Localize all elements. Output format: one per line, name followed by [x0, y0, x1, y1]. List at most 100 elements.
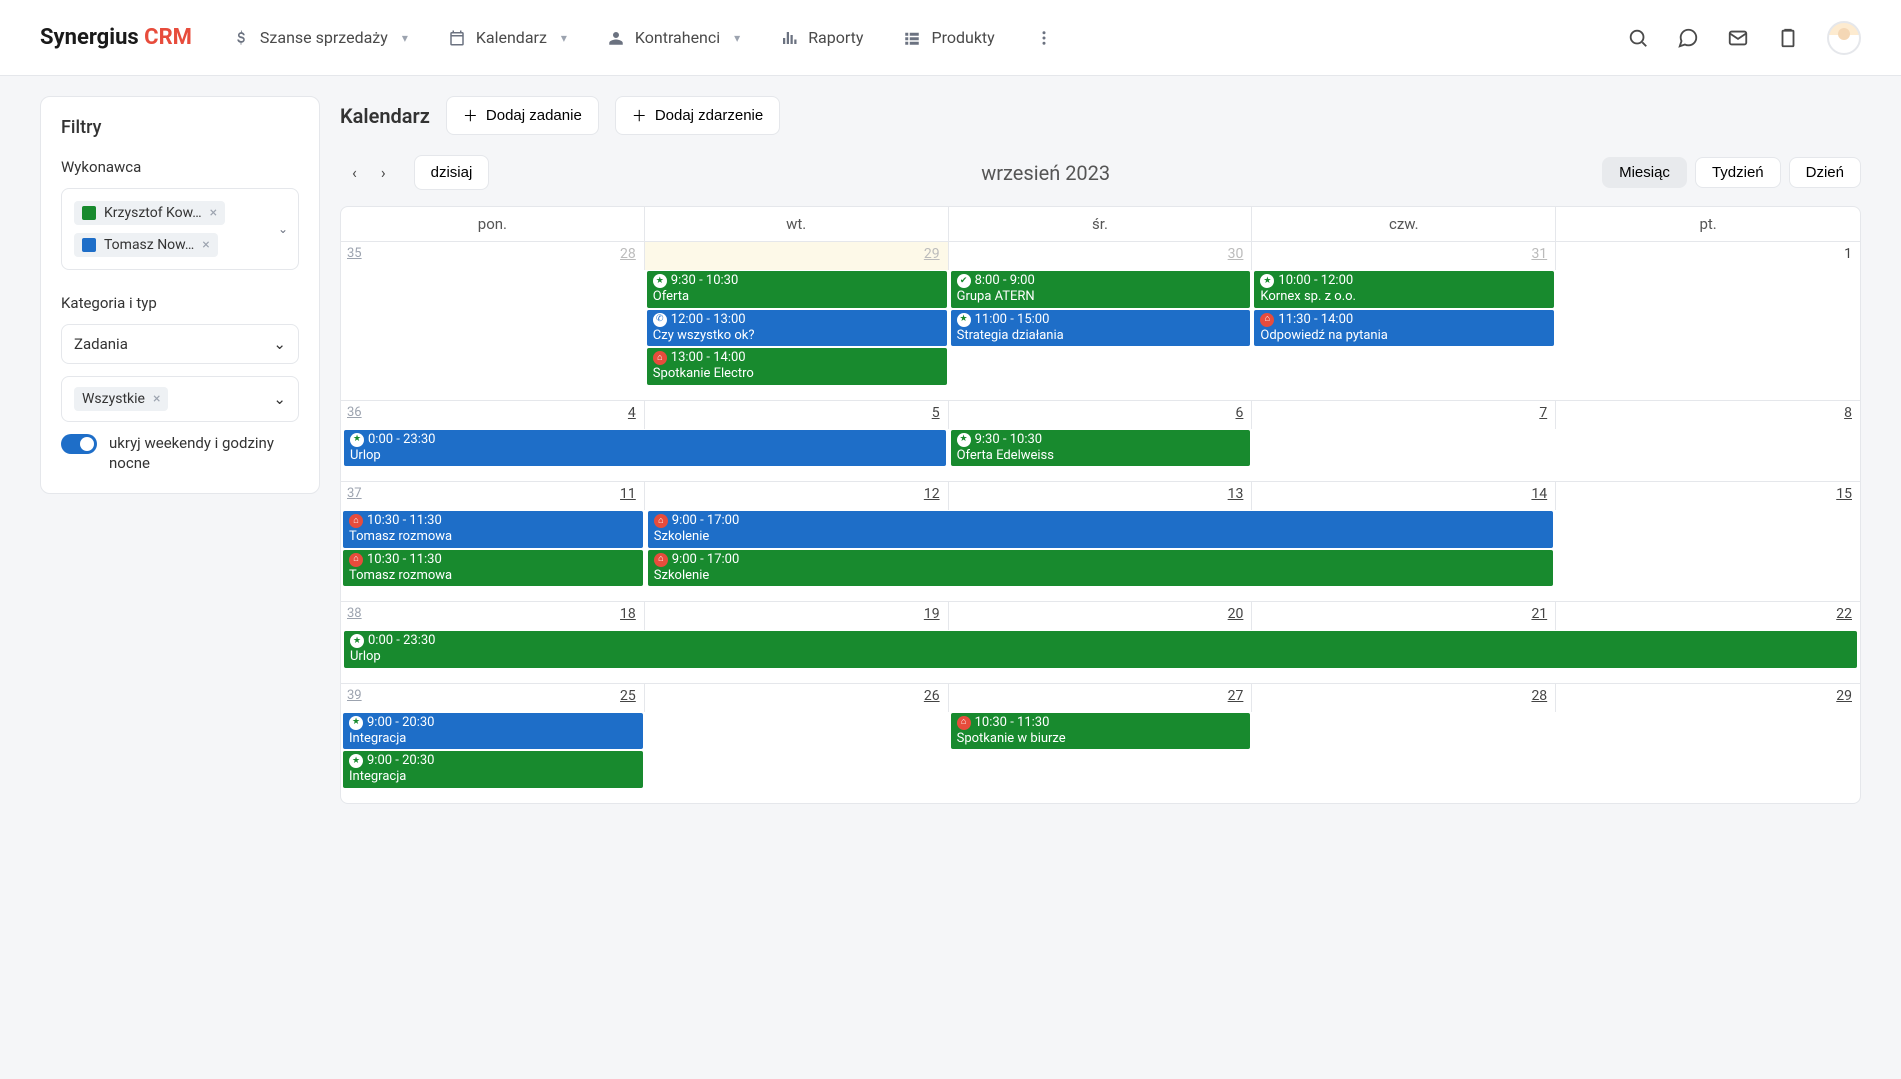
nav-label: Kontrahenci	[635, 28, 720, 47]
day-cell[interactable]: 15	[1556, 482, 1860, 510]
day-cell[interactable]: 7	[1252, 401, 1556, 429]
event-time: 10:30 - 11:30	[367, 513, 442, 529]
week-number[interactable]: 36	[347, 405, 362, 420]
day-cell[interactable]: 18	[341, 602, 645, 630]
calendar-grid: pon.wt.śr.czw.pt. 35282930311★9:30 - 10:…	[340, 206, 1861, 804]
day-cell[interactable]: 25	[341, 684, 645, 712]
day-cell[interactable]: 1	[1556, 242, 1860, 270]
calendar-event[interactable]: ⌂9:00 - 17:00Szkolenie	[648, 511, 1553, 548]
calendar-week: 35282930311 ★9:30 - 10:30Oferta✔8:00 - 9:…	[341, 242, 1860, 401]
calendar-week: 381819202122★0:00 - 23:30Urlop	[341, 602, 1860, 684]
day-cell[interactable]: 12	[645, 482, 949, 510]
type-select[interactable]: Wszystkie × ⌄	[61, 376, 299, 422]
week-number[interactable]: 39	[347, 688, 362, 703]
clipboard-icon[interactable]	[1777, 27, 1799, 49]
view-day-button[interactable]: Dzień	[1789, 157, 1861, 188]
calendar-event[interactable]: ★0:00 - 23:30Urlop	[344, 631, 1857, 668]
remove-icon[interactable]: ×	[210, 205, 217, 221]
day-cell[interactable]: 8	[1556, 401, 1860, 429]
phone-icon: ✆	[653, 313, 667, 327]
calendar-event[interactable]: ★9:00 - 20:30Integracja	[343, 751, 643, 788]
calendar-event[interactable]: ⌂11:30 - 14:00Odpowiedź na pytania	[1254, 310, 1554, 347]
day-cell[interactable]: 13	[949, 482, 1253, 510]
day-header: pt.	[1556, 207, 1860, 241]
today-button[interactable]: dzisiaj	[414, 155, 490, 190]
day-cell[interactable]: 30	[949, 242, 1253, 270]
day-cell[interactable]: 14	[1252, 482, 1556, 510]
day-cell[interactable]: 31	[1252, 242, 1556, 270]
event-title: Integracja	[349, 731, 637, 747]
nav-sales-opportunities[interactable]: Szanse sprzedaży ▾	[232, 28, 408, 47]
calendar-event[interactable]: ⌂13:00 - 14:00Spotkanie Electro	[647, 348, 947, 385]
day-cell[interactable]: 19	[645, 602, 949, 630]
day-cell[interactable]: 22	[1556, 602, 1860, 630]
calendar-event[interactable]: ⌂10:30 - 11:30Spotkanie w biurze	[951, 713, 1251, 750]
chevron-down-icon: ⌄	[273, 335, 286, 353]
day-cell[interactable]: 28	[341, 242, 645, 270]
remove-icon[interactable]: ×	[202, 237, 209, 253]
day-cell[interactable]: 27	[949, 684, 1253, 712]
view-week-button[interactable]: Tydzień	[1695, 157, 1781, 188]
empty-cell	[1556, 510, 1860, 549]
day-cell[interactable]: 5	[645, 401, 949, 429]
day-cell[interactable]: 26	[645, 684, 949, 712]
category-label: Kategoria i typ	[61, 294, 299, 312]
view-month-button[interactable]: Miesiąc	[1602, 157, 1687, 188]
add-task-button[interactable]: ＋ Dodaj zadanie	[446, 96, 599, 135]
day-cell[interactable]: 29	[1556, 684, 1860, 712]
star-icon: ★	[349, 754, 363, 768]
remove-icon[interactable]: ×	[153, 391, 160, 407]
hide-weekends-toggle[interactable]	[61, 434, 97, 454]
prev-month-button[interactable]: ‹	[352, 163, 357, 182]
day-cell[interactable]: 20	[949, 602, 1253, 630]
nav-products[interactable]: Produkty	[903, 28, 994, 47]
event-title: Szkolenie	[654, 568, 1547, 584]
day-cell[interactable]: 21	[1252, 602, 1556, 630]
day-cell[interactable]: 29	[645, 242, 949, 270]
event-title: Oferta	[653, 289, 941, 305]
performer-chip-krzysztof: Krzysztof Kow… ×	[74, 201, 225, 225]
nav-reports[interactable]: Raporty	[780, 28, 863, 47]
next-month-button[interactable]: ›	[381, 163, 386, 182]
star-icon: ★	[653, 274, 667, 288]
event-time: 10:30 - 11:30	[367, 552, 442, 568]
chevron-down-icon: ⌄	[278, 222, 288, 236]
empty-cell	[1556, 712, 1860, 751]
nav-label: Kalendarz	[476, 28, 547, 47]
category-select[interactable]: Zadania ⌄	[61, 324, 299, 364]
calendar-event[interactable]: ⌂10:30 - 11:30Tomasz rozmowa	[343, 550, 643, 587]
calendar-event[interactable]: ★0:00 - 23:30Urlop	[344, 430, 946, 467]
day-cell[interactable]: 28	[1252, 684, 1556, 712]
nav-calendar[interactable]: Kalendarz ▾	[448, 28, 567, 47]
chat-icon[interactable]	[1677, 27, 1699, 49]
day-cell[interactable]: 11	[341, 482, 645, 510]
nav-contractors[interactable]: Kontrahenci ▾	[607, 28, 740, 47]
calendar-event[interactable]: ✔8:00 - 9:00Grupa ATERN	[951, 271, 1251, 308]
person-icon	[607, 29, 625, 47]
calendar-event[interactable]: ⌂10:30 - 11:30Tomasz rozmowa	[343, 511, 643, 548]
calendar-event[interactable]: ★9:00 - 20:30Integracja	[343, 713, 643, 750]
calendar-event[interactable]: ⌂9:00 - 17:00Szkolenie	[648, 550, 1553, 587]
week-number[interactable]: 35	[347, 246, 362, 261]
calendar-event[interactable]: ★11:00 - 15:00Strategia działania	[951, 310, 1251, 347]
day-header: czw.	[1252, 207, 1556, 241]
color-swatch	[82, 206, 96, 220]
week-number[interactable]: 37	[347, 486, 362, 501]
week-number[interactable]: 38	[347, 606, 362, 621]
nav-label: Szanse sprzedaży	[260, 28, 388, 47]
mail-icon[interactable]	[1727, 27, 1749, 49]
nav-more[interactable]	[1035, 29, 1053, 47]
search-icon[interactable]	[1627, 27, 1649, 49]
performer-select[interactable]: Krzysztof Kow… × Tomasz Now… × ⌄	[61, 188, 299, 270]
view-switcher: Miesiąc Tydzień Dzień	[1602, 157, 1861, 188]
user-avatar[interactable]	[1827, 21, 1861, 55]
calendar-event[interactable]: ★9:30 - 10:30Oferta Edelweiss	[951, 430, 1251, 467]
day-cell[interactable]: 4	[341, 401, 645, 429]
briefcase-icon: ⌂	[654, 514, 668, 528]
day-cell[interactable]: 6	[949, 401, 1253, 429]
add-event-button[interactable]: ＋ Dodaj zdarzenie	[615, 96, 780, 135]
calendar-event[interactable]: ★10:00 - 12:00Kornex sp. z o.o.	[1254, 271, 1554, 308]
calendar-event[interactable]: ★9:30 - 10:30Oferta	[647, 271, 947, 308]
calendar-event[interactable]: ✆12:00 - 13:00Czy wszystko ok?	[647, 310, 947, 347]
empty-cell	[645, 750, 949, 789]
